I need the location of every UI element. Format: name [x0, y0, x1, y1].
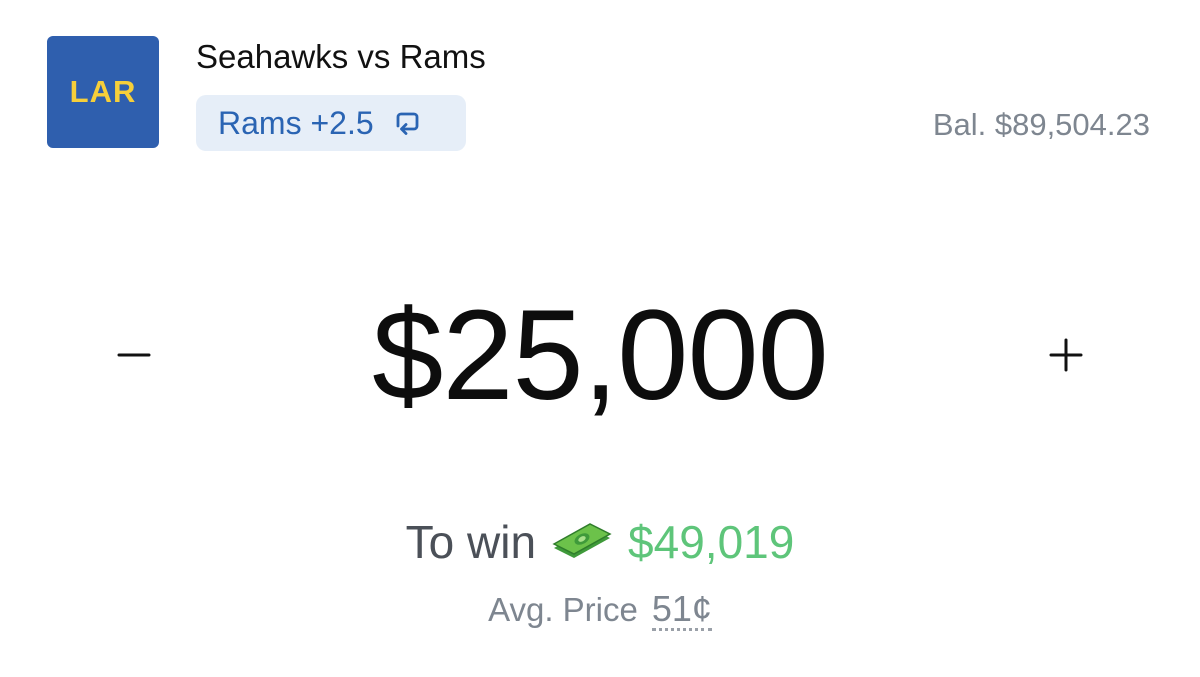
team-logo: LAR [47, 36, 159, 148]
avg-price-row: Avg. Price 51¢ [0, 590, 1200, 631]
bet-amount[interactable]: $25,000 [0, 282, 1200, 429]
plus-icon [1049, 338, 1083, 372]
match-title: Seahawks vs Rams [196, 38, 486, 75]
bet-slip: LAR Seahawks vs Rams Rams +2.5 Bal. $89,… [0, 0, 1200, 677]
team-logo-abbr: LAR [69, 74, 137, 109]
money-icon [550, 522, 614, 562]
increase-button[interactable] [1036, 320, 1096, 390]
selection-chip[interactable]: Rams +2.5 [196, 95, 466, 151]
to-win-label: To win [405, 516, 537, 568]
selection-label: Rams +2.5 [218, 104, 374, 141]
avg-price-value[interactable]: 51¢ [651, 590, 712, 631]
balance: Bal. $89,504.23 [932, 107, 1150, 142]
avg-price-label: Avg. Price [488, 591, 638, 628]
swap-icon [390, 106, 424, 140]
to-win-row: To win $49,019 [0, 515, 1200, 569]
to-win-value: $49,019 [628, 516, 795, 568]
